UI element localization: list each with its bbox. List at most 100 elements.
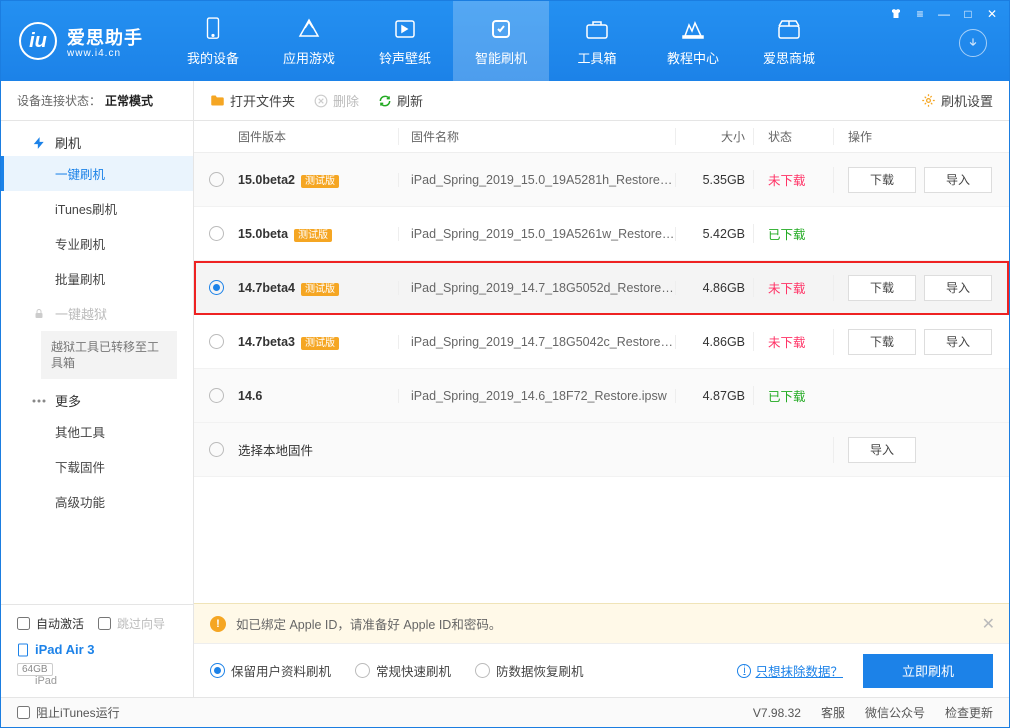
open-folder-button[interactable]: 打开文件夹 [210, 91, 295, 110]
sidebar-item-more-0[interactable]: 其他工具 [1, 414, 193, 449]
download-button[interactable]: 下载 [848, 275, 916, 301]
firmware-status: 未下载 [753, 332, 833, 351]
nav-device[interactable]: 我的设备 [165, 1, 261, 81]
row-radio[interactable] [209, 172, 224, 187]
win-minimize-icon[interactable]: — [933, 5, 955, 23]
firmware-row[interactable]: 14.7beta4 测试版 iPad_Spring_2019_14.7_18G50… [194, 261, 1009, 315]
nav-flash[interactable]: 智能刷机 [453, 1, 549, 81]
sidebar-item-flash-0[interactable]: 一键刷机 [1, 156, 193, 191]
device-name[interactable]: iPad Air 3 [17, 642, 177, 657]
skip-guide-checkbox[interactable]: 跳过向导 [98, 615, 165, 632]
col-name: 固件名称 [398, 128, 675, 145]
download-button[interactable]: 下载 [848, 329, 916, 355]
sidebar-item-more-2[interactable]: 高级功能 [1, 484, 193, 519]
apple-id-alert: ! 如已绑定 Apple ID，请准备好 Apple ID和密码。 ✕ [194, 603, 1009, 643]
win-maximize-icon[interactable]: □ [957, 5, 979, 23]
sidebar-item-flash-2[interactable]: 专业刷机 [1, 226, 193, 261]
sidebar-item-flash-1[interactable]: iTunes刷机 [1, 191, 193, 226]
sidebar-item-more-1[interactable]: 下载固件 [1, 449, 193, 484]
row-radio[interactable] [209, 334, 224, 349]
beta-tag: 测试版 [301, 175, 339, 188]
firmware-name: iPad_Spring_2019_15.0_19A5261w_Restore.i… [398, 227, 675, 241]
erase-data-link[interactable]: i 只想抹除数据？ [737, 661, 843, 680]
version-text: 14.7beta4 [238, 281, 295, 295]
sidebar-group-flash[interactable]: 刷机 [1, 125, 193, 156]
win-tshirt-icon[interactable] [885, 5, 907, 23]
row-radio[interactable] [209, 280, 224, 295]
flash-settings-button[interactable]: 刷机设置 [921, 91, 993, 110]
brand-title: 爱思助手 [67, 24, 143, 50]
import-button[interactable]: 导入 [848, 437, 916, 463]
download-button[interactable]: 下载 [848, 167, 916, 193]
block-itunes-checkbox[interactable]: 阻止iTunes运行 [17, 704, 120, 721]
folder-icon [210, 93, 225, 108]
col-size: 大小 [675, 128, 753, 145]
gear-icon [921, 93, 936, 108]
briefcase-icon [584, 16, 610, 42]
version-text: 15.0beta2 [238, 173, 295, 187]
refresh-icon [488, 16, 514, 42]
option-radio[interactable] [210, 663, 225, 678]
version-text: 15.0beta [238, 227, 288, 241]
win-menu-icon[interactable]: ≡ [909, 5, 931, 23]
version-text: 14.6 [238, 389, 262, 403]
firmware-size: 5.35GB [675, 173, 753, 187]
firmware-name: iPad_Spring_2019_14.7_18G5042c_Restore.i… [398, 335, 675, 349]
nav-tutorials[interactable]: 教程中心 [645, 1, 741, 81]
beta-tag: 测试版 [301, 283, 339, 296]
footer-support[interactable]: 客服 [821, 704, 845, 721]
flash-now-button[interactable]: 立即刷机 [863, 654, 993, 688]
import-button[interactable]: 导入 [924, 275, 992, 301]
delete-icon [313, 93, 328, 108]
delete-button: 删除 [313, 91, 359, 110]
store-icon [776, 16, 802, 42]
sidebar-group-jailbreak: 一键越狱 [1, 296, 193, 327]
nav-apps[interactable]: 应用游戏 [261, 1, 357, 81]
nav-ringtones[interactable]: 铃声壁纸 [357, 1, 453, 81]
option-radio[interactable] [355, 663, 370, 678]
local-firmware-label: 选择本地固件 [238, 440, 675, 459]
flash-option-0[interactable]: 保留用户资料刷机 [210, 661, 331, 680]
footer-wechat[interactable]: 微信公众号 [865, 704, 925, 721]
win-close-icon[interactable]: ✕ [981, 5, 1003, 23]
row-radio[interactable] [209, 388, 224, 403]
sidebar-group-more[interactable]: 更多 [1, 383, 193, 414]
import-button[interactable]: 导入 [924, 329, 992, 355]
auto-activate-checkbox[interactable]: 自动激活 [17, 615, 84, 632]
app-version: V7.98.32 [753, 706, 801, 720]
firmware-size: 4.87GB [675, 389, 753, 403]
tablet-icon [17, 643, 29, 657]
flash-icon [31, 135, 47, 151]
flash-option-2[interactable]: 防数据恢复刷机 [475, 661, 584, 680]
firmware-status: 已下载 [753, 224, 833, 243]
media-icon [392, 16, 418, 42]
beta-tag: 测试版 [294, 229, 332, 242]
firmware-status: 未下载 [753, 278, 833, 297]
footer-update[interactable]: 检查更新 [945, 704, 993, 721]
option-radio[interactable] [475, 663, 490, 678]
refresh-button[interactable]: 刷新 [377, 91, 423, 110]
nav-store[interactable]: 爱思商城 [741, 1, 837, 81]
col-version: 固件版本 [238, 128, 398, 145]
row-radio[interactable] [209, 226, 224, 241]
logo-icon: iu [19, 22, 57, 60]
chart-icon [680, 16, 706, 42]
connection-status: 设备连接状态：正常模式 [1, 81, 193, 121]
firmware-size: 5.42GB [675, 227, 753, 241]
flash-option-1[interactable]: 常规快速刷机 [355, 661, 451, 680]
firmware-row[interactable]: 15.0beta 测试版 iPad_Spring_2019_15.0_19A526… [194, 207, 1009, 261]
firmware-row[interactable]: 15.0beta2测试版 iPad_Spring_2019_15.0_19A52… [194, 153, 1009, 207]
refresh-icon [377, 93, 392, 108]
nav-tools[interactable]: 工具箱 [549, 1, 645, 81]
download-circle-icon[interactable] [959, 29, 987, 57]
sidebar-item-flash-3[interactable]: 批量刷机 [1, 261, 193, 296]
row-radio[interactable] [209, 442, 224, 457]
import-button[interactable]: 导入 [924, 167, 992, 193]
firmware-size: 4.86GB [675, 335, 753, 349]
local-firmware-row[interactable]: 选择本地固件 导入 [194, 423, 1009, 477]
alert-close-icon[interactable]: ✕ [982, 614, 995, 634]
firmware-row[interactable]: 14.6 iPad_Spring_2019_14.6_18F72_Restore… [194, 369, 1009, 423]
firmware-status: 已下载 [753, 386, 833, 405]
firmware-name: iPad_Spring_2019_14.7_18G5052d_Restore.i… [398, 281, 675, 295]
firmware-row[interactable]: 14.7beta3测试版 iPad_Spring_2019_14.7_18G50… [194, 315, 1009, 369]
